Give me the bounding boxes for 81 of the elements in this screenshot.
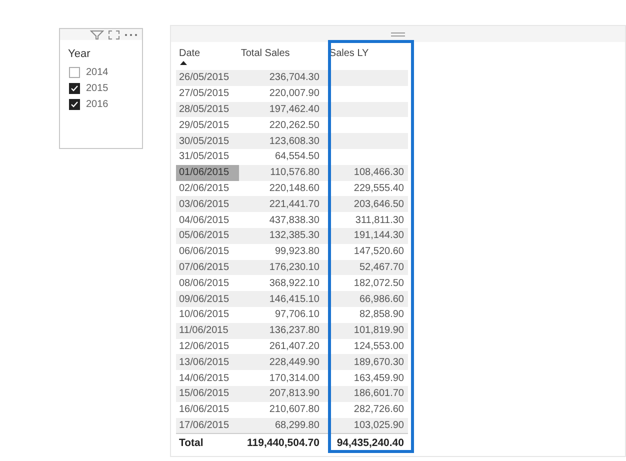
filter-icon[interactable] bbox=[90, 30, 104, 40]
table-cell: 14/06/2015 bbox=[179, 372, 230, 384]
table-cell: 124,553.00 bbox=[354, 340, 404, 352]
table-cell: 15/06/2015 bbox=[179, 388, 230, 400]
table-cell: 27/05/2015 bbox=[179, 88, 230, 100]
slicer-title: Year bbox=[68, 48, 92, 60]
table-cell: 03/06/2015 bbox=[179, 198, 230, 210]
table-cell: 01/06/2015 bbox=[179, 167, 230, 178]
table-cell: 10/06/2015 bbox=[179, 309, 230, 320]
table-cell: 28/05/2015 bbox=[179, 104, 230, 115]
table-cell: 101,819.90 bbox=[354, 325, 404, 336]
table-cell: 220,148.60 bbox=[269, 182, 320, 194]
table-cell: 261,407.20 bbox=[269, 340, 320, 352]
table-cell: 368,922.10 bbox=[269, 278, 320, 289]
table-cell: 146,415.10 bbox=[269, 294, 320, 305]
table-cell: 11/06/2015 bbox=[179, 325, 228, 336]
slicer-item-label[interactable]: 2015 bbox=[86, 82, 108, 94]
table-cell: 06/06/2015 bbox=[179, 246, 230, 258]
table-cell: 66,986.60 bbox=[359, 294, 404, 305]
table-cell: 147,520.60 bbox=[354, 246, 404, 258]
sort-arrow-icon[interactable] bbox=[180, 61, 187, 65]
more-options-icon[interactable] bbox=[124, 33, 138, 37]
slicer-item-label[interactable]: 2014 bbox=[86, 66, 108, 78]
table-cell: 30/05/2015 bbox=[179, 136, 230, 147]
column-header[interactable]: Date bbox=[179, 48, 200, 59]
table-cell: 163,459.90 bbox=[354, 372, 404, 384]
table-cell: 99,923.80 bbox=[274, 246, 320, 258]
table-cell: 82,858.90 bbox=[359, 309, 404, 320]
table-cell: 05/06/2015 bbox=[179, 230, 230, 242]
table-cell: 04/06/2015 bbox=[179, 214, 230, 226]
table-cell: 16/06/2015 bbox=[179, 404, 230, 416]
table-cell: 228,449.90 bbox=[269, 356, 320, 368]
table-cell: 31/05/2015 bbox=[179, 151, 230, 162]
table-cell: 221,441.70 bbox=[269, 198, 320, 210]
table-cell: 108,466.30 bbox=[354, 167, 404, 178]
table-cell: 110,576.80 bbox=[270, 167, 320, 178]
table-cell: 191,144.30 bbox=[354, 230, 404, 242]
table-cell: 17/06/2015 bbox=[179, 420, 230, 431]
total-cell: 119,440,504.70 bbox=[247, 437, 320, 450]
table-cell: 197,462.40 bbox=[269, 104, 320, 115]
checkbox[interactable] bbox=[69, 98, 80, 110]
table-cell: 210,607.80 bbox=[269, 404, 320, 416]
total-cell: 94,435,240.40 bbox=[336, 437, 404, 450]
table-cell: 207,813.90 bbox=[269, 388, 320, 400]
table-cell: 437,838.30 bbox=[269, 214, 320, 226]
table-cell: 220,007.90 bbox=[269, 88, 320, 100]
table-cell: 13/06/2015 bbox=[179, 356, 230, 368]
table-cell: 186,601.70 bbox=[354, 388, 404, 400]
slicer-item-label[interactable]: 2016 bbox=[86, 98, 108, 110]
checkbox[interactable] bbox=[69, 66, 80, 78]
table-cell: 170,314.00 bbox=[269, 372, 320, 384]
focus-mode-icon[interactable] bbox=[108, 30, 120, 40]
table-cell: 203,646.50 bbox=[354, 198, 404, 210]
table-cell: 123,608.30 bbox=[269, 136, 320, 147]
table-cell: 189,670.30 bbox=[354, 356, 404, 368]
table-cell: 26/05/2015 bbox=[179, 72, 230, 84]
table-cell: 02/06/2015 bbox=[179, 182, 230, 194]
column-header[interactable]: Sales LY bbox=[329, 48, 369, 59]
table-cell: 97,706.10 bbox=[274, 309, 320, 320]
table-cell: 08/06/2015 bbox=[179, 278, 230, 289]
table-cell: 52,467.70 bbox=[359, 262, 404, 273]
table-cell: 12/06/2015 bbox=[179, 340, 230, 352]
table-cell: 282,726.60 bbox=[354, 404, 404, 416]
table-cell: 182,072.50 bbox=[354, 278, 404, 289]
table-cell: 229,555.40 bbox=[354, 182, 404, 194]
drag-handle-icon[interactable] bbox=[391, 32, 405, 36]
column-header[interactable]: Total Sales bbox=[240, 48, 290, 59]
table-cell: 136,237.80 bbox=[269, 325, 320, 336]
table-cell: 09/06/2015 bbox=[179, 294, 230, 305]
total-cell: Total bbox=[179, 437, 204, 450]
table-cell: 236,704.30 bbox=[269, 72, 320, 84]
table-cell: 103,025.90 bbox=[354, 420, 404, 431]
table-cell: 64,554.50 bbox=[274, 151, 320, 162]
table-cell: 29/05/2015 bbox=[179, 120, 230, 131]
table-cell: 07/06/2015 bbox=[179, 262, 230, 273]
table-cell: 68,299.80 bbox=[274, 420, 320, 431]
table-cell: 132,385.30 bbox=[269, 230, 320, 242]
table-cell: 176,230.10 bbox=[269, 262, 320, 273]
checkbox[interactable] bbox=[69, 82, 80, 94]
table-cell: 311,811.30 bbox=[355, 214, 404, 226]
table-cell: 220,262.50 bbox=[269, 120, 320, 131]
